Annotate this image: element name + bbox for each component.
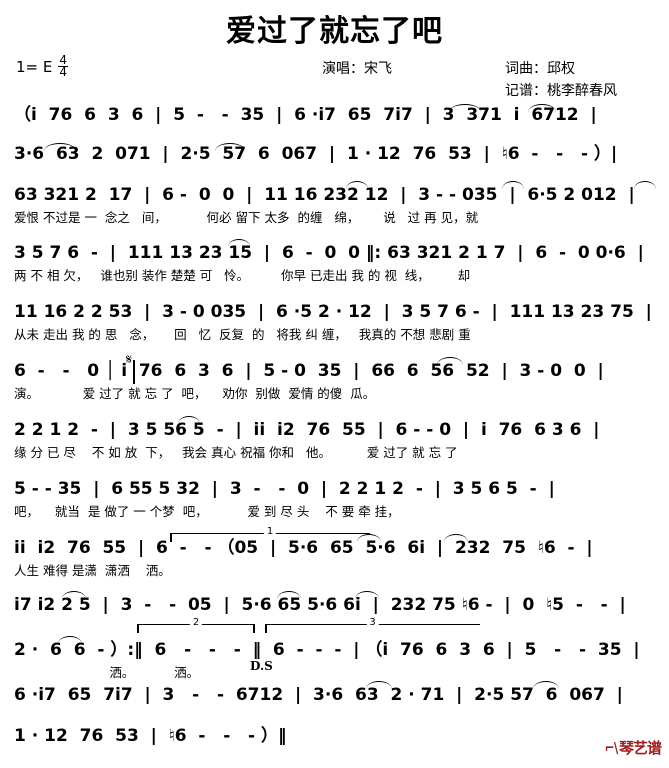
volta-number: 3 <box>366 617 379 628</box>
lyric-row: 演。 爱 过了 就 忘 了 吧， 劝你 别做 爱情 的傻 瓜。 <box>14 386 376 401</box>
note-row: 3 5 7 6 - | 111 13 23 15 | 6 - 0 0 ‖: 63… <box>14 243 644 263</box>
lyric-row: 两 不 相 欠， 谁也别 装作 楚楚 可 怜。 你早 已走出 我 的 视 线， … <box>14 268 471 283</box>
lyric-row: 洒。 洒。 <box>14 665 200 680</box>
note-row: 2 2 1 2 - | 3 5 56 5 - | ii i2 76 55 | 6… <box>14 420 600 440</box>
lyric-row: 吧， 就当 是 做了 一 个梦 吧， 爱 到 尽 头 不 要 牵 挂， <box>14 504 400 519</box>
key-signature: 1= E 4 4 <box>16 54 68 80</box>
logo-text: 琴艺谱 <box>618 739 662 757</box>
music-system-9: ii i2 76 55 | 6 - - （05 | 5·6 65 5·6 6i … <box>0 535 669 580</box>
music-system-8: 5 - - 35 | 6 55 5 32 | 3 - - 0 | 2 2 1 2… <box>0 476 669 521</box>
key-label: 1= E <box>16 57 53 76</box>
music-system-13: 1 · 12 76 53 | ♮6 - - - ）‖ <box>0 723 669 768</box>
page-title: 爱过了就忘了吧 <box>226 14 443 49</box>
composer-credit: 词曲：邱权 <box>505 61 575 77</box>
note-row: ii i2 76 55 | 6 - - （05 | 5·6 65 5·6 6i … <box>14 538 593 558</box>
lyric-row: 从未 走出 我 的 思 念， 回 忆 反复 的 将我 纠 缠， 我真的 不想 悲… <box>14 327 471 342</box>
logo-mark-icon: ⌐\ <box>604 739 619 757</box>
segno-icon: 𝄋 <box>126 352 133 368</box>
note-row: 6 ·i7 65 7i7 | 3 - - 6712 | 3·6 63 2 · 7… <box>14 685 623 705</box>
singer-credit: 演唱：宋飞 <box>322 61 392 77</box>
note-row: 11 16 2 2 53 | 3 - 0 035 | 6 ·5 2 · 12 |… <box>14 302 652 322</box>
ds-mark: D.S <box>250 659 273 673</box>
sheet-music-page: 爱过了就忘了吧 1= E 4 4 演唱：宋飞 词曲：邱权 记谱：桃李醉春风 （i… <box>0 0 669 766</box>
site-logo: ⌐\ 琴艺谱 <box>603 737 662 758</box>
lyric-row: 人生 难得 是潇 潇洒 洒。 <box>14 563 171 578</box>
note-row: 2 · 6 6 - ）:‖ 6 - - - ‖ 6 - - - | （i 76 … <box>14 640 640 660</box>
note-row: 3·6 63 2 071 | 2·5 57 6 067 | 1 · 12 76 … <box>14 144 618 164</box>
lyric-row: 缘 分 已 尽 不 如 放 下， 我会 真心 祝福 你和 他。 爱 过了 就 忘… <box>14 445 458 460</box>
note-row: 1 · 12 76 53 | ♮6 - - - ）‖ <box>14 726 287 746</box>
volta-bracket-2: 2 <box>137 617 255 633</box>
time-signature-denominator: 4 <box>59 65 67 80</box>
note-row: 6 - - 0 │ i 76 6 3 6 | 5 - 0 35 | 66 6 5… <box>14 361 604 381</box>
barline <box>133 360 135 384</box>
music-system-11: 2 · 6 6 - ）:‖ 6 - - - ‖ 6 - - - | （i 76 … <box>0 637 669 682</box>
music-system-3: 63 321 2 17 | 6 - 0 0 | 11 16 232 12 | 3… <box>0 182 669 227</box>
lyric-row: 爱恨 不过是 一 念之 间， 何必 留下 太多 的缠 绵， 说 过 再 见，就 <box>14 210 479 225</box>
music-system-7: 2 2 1 2 - | 3 5 56 5 - | ii i2 76 55 | 6… <box>0 417 669 462</box>
time-signature: 4 4 <box>58 54 68 80</box>
volta-number: 2 <box>189 617 203 628</box>
transcriber-credit: 记谱：桃李醉春风 <box>505 83 617 99</box>
music-system-2: 3·6 63 2 071 | 2·5 57 6 067 | 1 · 12 76 … <box>0 141 669 186</box>
music-system-6: 6 - - 0 │ i 76 6 3 6 | 5 - 0 35 | 66 6 5… <box>0 358 669 403</box>
note-row: 63 321 2 17 | 6 - 0 0 | 11 16 232 12 | 3… <box>14 185 635 205</box>
note-row: i7 i2 2 5 | 3 - - 05 | 5·6 65 5·6 6i | 2… <box>14 595 626 615</box>
lyric-row <box>0 749 669 768</box>
music-system-5: 11 16 2 2 53 | 3 - 0 035 | 6 ·5 2 · 12 |… <box>0 299 669 344</box>
volta-bracket-3: 3 <box>265 617 480 633</box>
music-system-4: 3 5 7 6 - | 111 13 23 15 | 6 - 0 0 ‖: 63… <box>0 240 669 285</box>
note-row: 5 - - 35 | 6 55 5 32 | 3 - - 0 | 2 2 1 2… <box>14 479 555 499</box>
note-row: （i 76 6 3 6 | 5 - - 35 | 6 ·i7 65 7i7 | … <box>14 105 597 125</box>
music-system-12: 6 ·i7 65 7i7 | 3 - - 6712 | 3·6 63 2 · 7… <box>0 682 669 727</box>
